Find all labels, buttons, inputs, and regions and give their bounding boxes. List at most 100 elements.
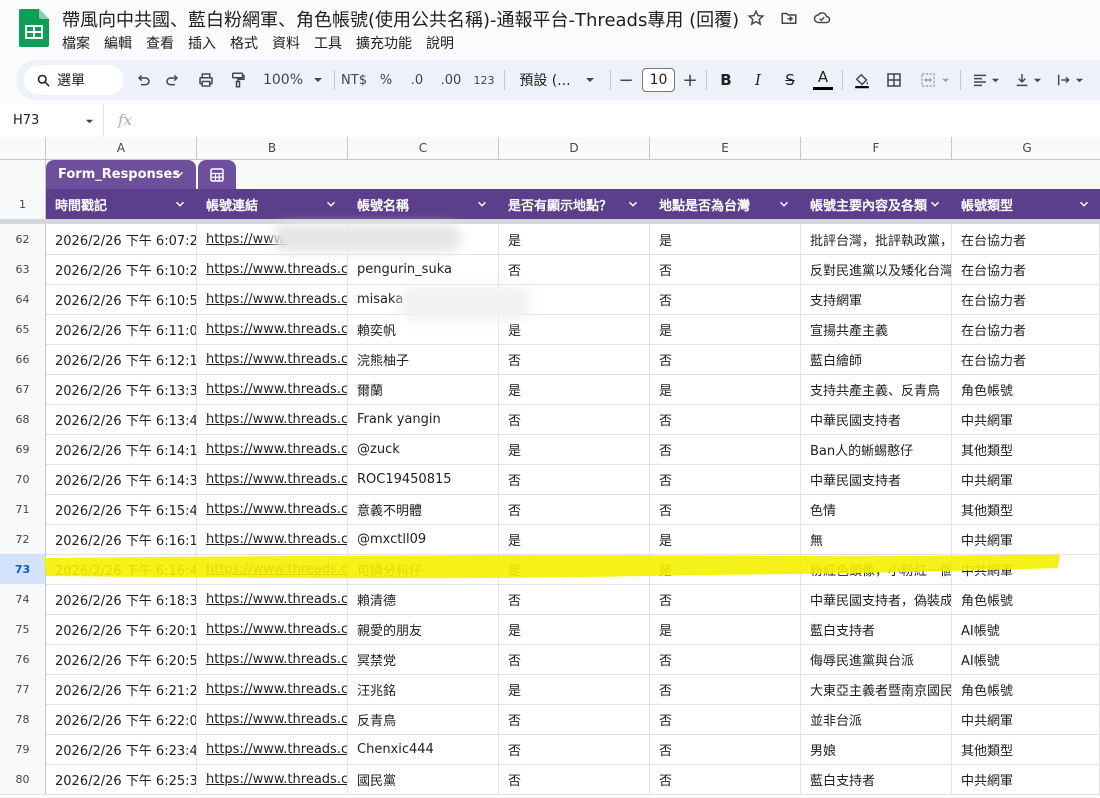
cell-location-taiwan[interactable]: 是 — [650, 314, 801, 344]
cell-text[interactable]: https://www.threads.com — [206, 622, 347, 637]
chevron-down-icon[interactable] — [324, 197, 338, 211]
cell-account-type[interactable]: AI帳號 — [952, 614, 1100, 644]
column-header-e[interactable]: E — [650, 137, 801, 159]
cell-location-taiwan[interactable]: 否 — [650, 284, 801, 314]
cell-account-type[interactable]: 角色帳號 — [952, 584, 1100, 614]
cell-text[interactable]: https://www.threads.com — [206, 772, 347, 787]
cell-main-content[interactable]: 批評台灣，批評執政黨， — [801, 224, 952, 254]
cell-text[interactable]: https://www.threads.com — [206, 352, 347, 367]
cell-text[interactable]: https://www.threads.com — [206, 712, 347, 727]
cell-location-taiwan[interactable]: 否 — [650, 404, 801, 434]
cell-timestamp[interactable]: 2026/2/26 下午 6:10:24 — [46, 254, 197, 284]
chevron-down-icon[interactable] — [928, 197, 942, 211]
menu-view[interactable]: 查看 — [139, 33, 181, 53]
cell-shows-location[interactable]: 否 — [499, 704, 650, 734]
cell-shows-location[interactable]: 是 — [499, 674, 650, 704]
cell-account-type[interactable]: 中共網軍 — [952, 404, 1100, 434]
cell-main-content[interactable]: 中華民國支持者，偽裝成 — [801, 584, 952, 614]
cell-location-taiwan[interactable]: 否 — [650, 464, 801, 494]
cell-account-type[interactable]: 在台協力者 — [952, 284, 1100, 314]
cell-shows-location[interactable]: 是 — [499, 614, 650, 644]
row-number[interactable]: 63 — [0, 254, 46, 284]
cell-account-name[interactable]: pengurin_suka — [348, 254, 499, 284]
column-header-f[interactable]: F — [801, 137, 952, 159]
cell-timestamp[interactable]: 2026/2/26 下午 6:22:09 — [46, 704, 197, 734]
menu-format[interactable]: 格式 — [223, 33, 265, 53]
cell-account-name[interactable]: 親愛的朋友 — [348, 614, 499, 644]
cell-main-content[interactable]: 宣揚共產主義 — [801, 314, 952, 344]
cell-location-taiwan[interactable]: 否 — [650, 584, 801, 614]
cell-timestamp[interactable]: 2026/2/26 下午 6:15:47 — [46, 494, 197, 524]
cell-timestamp[interactable]: 2026/2/26 下午 6:11:05 — [46, 314, 197, 344]
cell-account-name[interactable]: 汪兆銘 — [348, 674, 499, 704]
cell-text[interactable]: https://www.threads.com — [206, 442, 347, 457]
cell-account-name[interactable]: 國民黨 — [348, 764, 499, 794]
cell-main-content[interactable]: 中華民國支持者 — [801, 464, 952, 494]
cell-timestamp[interactable]: 2026/2/26 下午 6:07:27 — [46, 224, 197, 254]
cell-timestamp[interactable]: 2026/2/26 下午 6:13:43 — [46, 404, 197, 434]
cell-location-taiwan[interactable]: 否 — [650, 494, 801, 524]
cell-main-content[interactable]: 色情 — [801, 494, 952, 524]
cell-account-type[interactable]: 中共網軍 — [952, 704, 1100, 734]
cell-account-type[interactable]: 中共網軍 — [952, 764, 1100, 794]
cell-account-name[interactable]: Frank yangin — [348, 404, 499, 434]
cell-account-type[interactable]: 其他類型 — [952, 434, 1100, 464]
cell-account-type[interactable]: 在台協力者 — [952, 344, 1100, 374]
row-number[interactable]: 1 — [0, 189, 46, 219]
chevron-down-icon[interactable] — [173, 197, 187, 211]
cell-main-content[interactable]: 反對民進黨以及矮化台灣 — [801, 254, 952, 284]
cell-account-link[interactable]: https://www.threads.com — [197, 344, 348, 374]
cell-location-taiwan[interactable]: 是 — [650, 374, 801, 404]
star-icon[interactable] — [746, 8, 766, 28]
cell-timestamp[interactable]: 2026/2/26 下午 6:18:31 — [46, 584, 197, 614]
row-number[interactable]: 77 — [0, 674, 46, 704]
cell-account-link[interactable]: https://www.threads.com — [197, 464, 348, 494]
cell-text[interactable]: https://www.threads.com — [206, 682, 347, 697]
cell-location-taiwan[interactable]: 否 — [650, 344, 801, 374]
table-view-icon[interactable] — [198, 160, 236, 189]
column-header-d[interactable]: D — [499, 137, 650, 159]
font-size-input[interactable]: 10 — [642, 68, 675, 92]
menu-file[interactable]: 檔案 — [55, 33, 97, 53]
sheets-logo-icon[interactable] — [19, 9, 49, 47]
cell-text[interactable]: https://www.threads.com — [206, 502, 347, 517]
cell-main-content[interactable]: 侮辱民進黨與台派 — [801, 644, 952, 674]
cell-account-name[interactable]: ROC19450815 — [348, 464, 499, 494]
cell-shows-location[interactable]: 否 — [499, 584, 650, 614]
horizontal-align-icon[interactable] — [968, 60, 1004, 100]
row-number[interactable]: 70 — [0, 464, 46, 494]
cell-account-type[interactable]: 在台協力者 — [952, 254, 1100, 284]
cell-text[interactable]: https://www.threads.com — [206, 742, 347, 757]
column-header-a[interactable]: A — [46, 137, 197, 159]
cell-shows-location[interactable]: 是 — [499, 224, 650, 254]
cell-timestamp[interactable]: 2026/2/26 下午 6:14:33 — [46, 464, 197, 494]
row-number[interactable]: 67 — [0, 374, 46, 404]
move-folder-icon[interactable] — [779, 8, 799, 28]
merge-cells-icon[interactable] — [914, 60, 954, 100]
redo-icon[interactable] — [162, 60, 184, 100]
menu-insert[interactable]: 插入 — [181, 33, 223, 53]
cell-account-name[interactable]: 反青鳥 — [348, 704, 499, 734]
cell-shows-location[interactable]: 否 — [499, 764, 650, 794]
cell-account-type[interactable]: AI帳號 — [952, 644, 1100, 674]
font-family-select[interactable]: 預設 (... — [512, 60, 602, 100]
cell-timestamp[interactable]: 2026/2/26 下午 6:21:29 — [46, 674, 197, 704]
cell-main-content[interactable]: 支持網軍 — [801, 284, 952, 314]
search-menus-button[interactable]: 選單 — [24, 65, 124, 95]
cloud-saved-icon[interactable] — [812, 8, 832, 28]
cell-text[interactable]: https://www.threads.com — [206, 472, 347, 487]
cell-timestamp[interactable]: 2026/2/26 下午 6:13:30 — [46, 374, 197, 404]
paint-format-icon[interactable] — [226, 60, 250, 100]
cell-account-name[interactable]: @zuck — [348, 434, 499, 464]
cell-location-taiwan[interactable]: 否 — [650, 434, 801, 464]
cell-text[interactable]: https://www.threads.com — [206, 592, 347, 607]
row-number[interactable]: 65 — [0, 314, 46, 344]
print-icon[interactable] — [194, 60, 218, 100]
decrease-decimal-button[interactable]: .0 — [404, 60, 430, 100]
percent-format-button[interactable]: % — [376, 60, 396, 100]
row-number[interactable]: 76 — [0, 644, 46, 674]
cell-account-link[interactable]: https://www.threads.com — [197, 764, 348, 794]
italic-button[interactable]: I — [747, 60, 769, 100]
cell-location-taiwan[interactable]: 否 — [650, 644, 801, 674]
cell-main-content[interactable]: 大東亞主義者暨南京國民 — [801, 674, 952, 704]
